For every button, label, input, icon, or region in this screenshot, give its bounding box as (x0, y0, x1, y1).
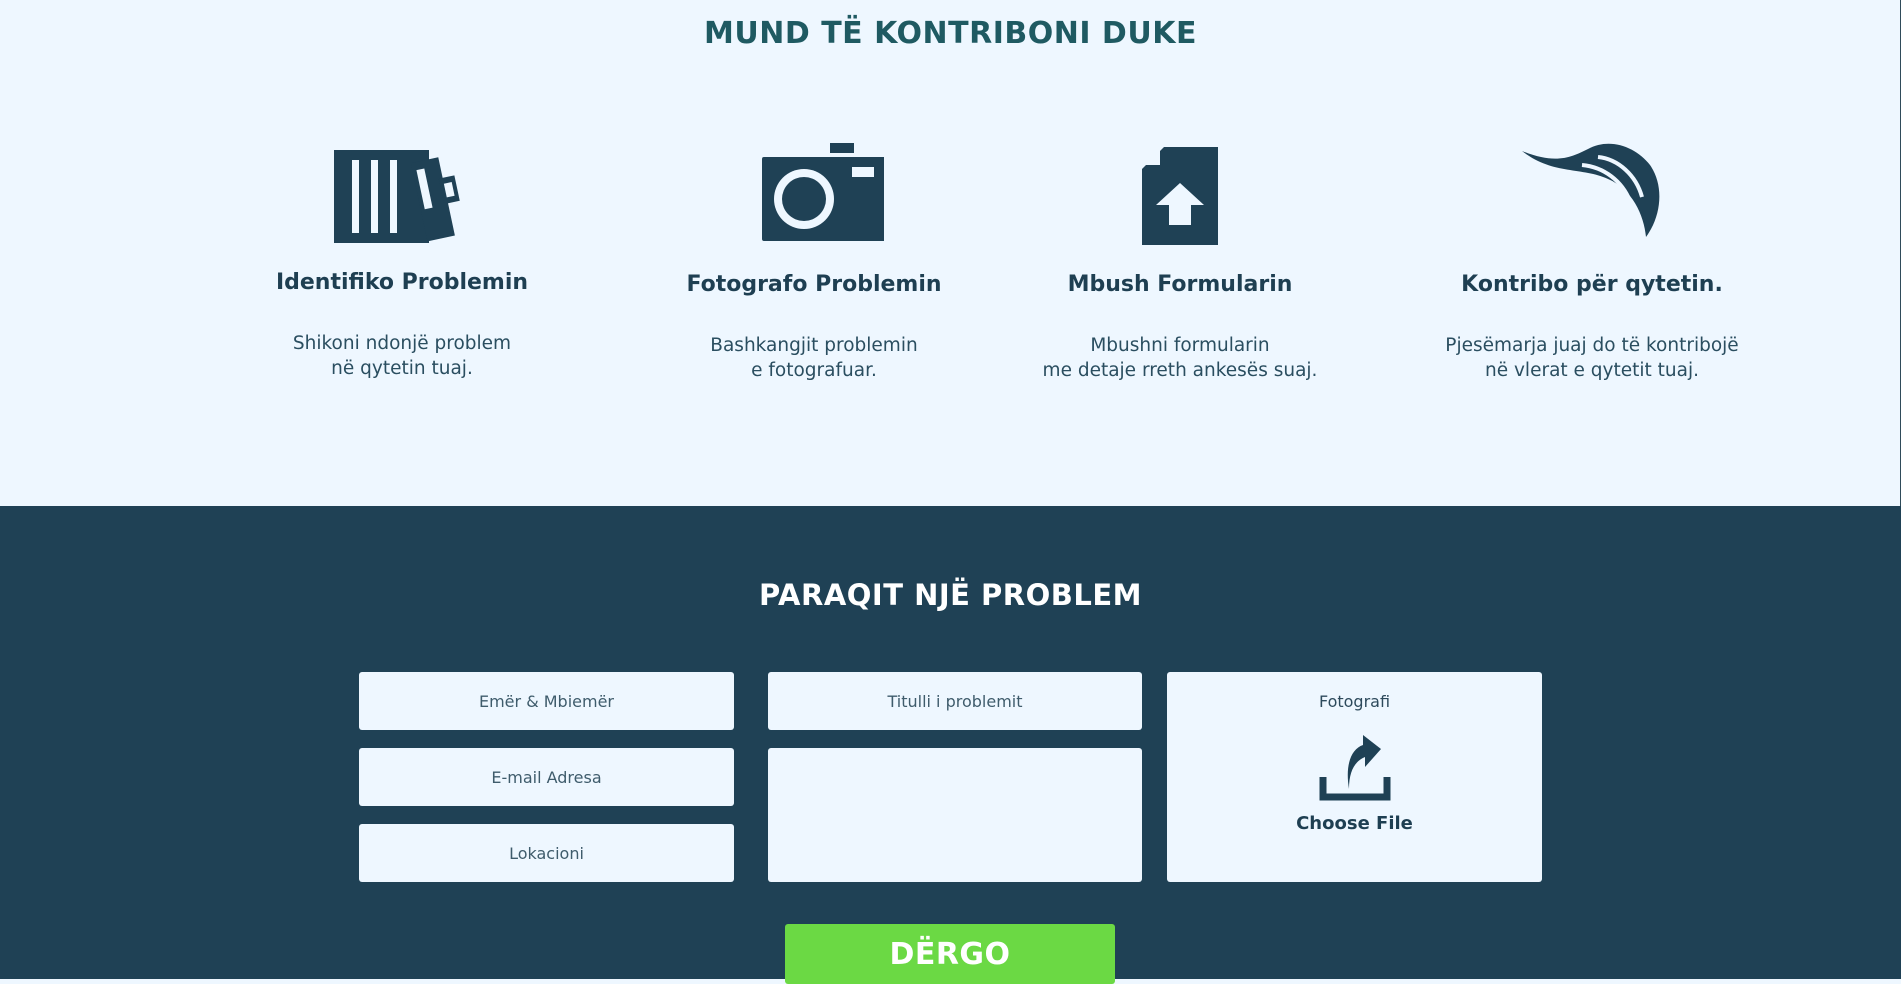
step-contribute: Kontribo për qytetin. Pjesëmarja juaj do… (1412, 130, 1772, 383)
step-title: Mbush Formularin (1067, 272, 1293, 297)
step-fill-form: Mbush Formularin Mbushni formularin me d… (1000, 130, 1360, 383)
form-heading: PARAQIT NJË PROBLEM (758, 578, 1143, 612)
location-input[interactable] (359, 842, 734, 864)
name-input[interactable] (359, 690, 734, 712)
step-photograph: Fotografo Problemin Bashkangjit problemi… (634, 130, 994, 383)
photo-label: Fotografi (1318, 692, 1391, 711)
location-field[interactable] (359, 824, 734, 882)
upload-icon[interactable] (1167, 733, 1542, 807)
step-desc-line: Shikoni ndonjë problem (292, 333, 512, 354)
photo-upload-box[interactable]: Fotografi Choose File (1167, 672, 1542, 882)
problem-title-input[interactable] (768, 690, 1142, 712)
contribute-section: MUND TË KONTRIBONI DUKE Identifiko Probl… (0, 0, 1901, 506)
step-identify: Identifiko Problemin Shikoni ndonjë prob… (222, 130, 582, 381)
step-description: Pjesëmarja juaj do të kontribojë në vler… (1412, 333, 1772, 383)
step-desc-line: në qytetin tuaj. (331, 358, 473, 379)
step-desc-line: Pjesëmarja juaj do të kontribojë (1445, 335, 1739, 356)
step-title: Kontribo për qytetin. (1461, 272, 1723, 297)
step-description: Shikoni ndonjë problem në qytetin tuaj. (222, 331, 582, 381)
fence-icon (222, 130, 582, 250)
email-field[interactable] (359, 748, 734, 806)
step-title: Identifiko Problemin (275, 270, 529, 295)
leaf-icon (1412, 130, 1772, 250)
contribute-heading: MUND TË KONTRIBONI DUKE (704, 16, 1197, 51)
step-title: Fotografo Problemin (686, 272, 942, 297)
camera-icon (634, 130, 994, 250)
step-desc-line: Mbushni formularin (1090, 335, 1270, 356)
problem-description-field[interactable] (768, 748, 1142, 882)
step-desc-line: e fotografuar. (751, 360, 877, 381)
choose-file-button[interactable]: Choose File (1167, 813, 1542, 834)
problem-description-textarea[interactable] (768, 754, 1142, 878)
report-problem-section: PARAQIT NJË PROBLEM Fotografi Choose Fil… (0, 506, 1901, 984)
submit-button[interactable]: DËRGO (785, 924, 1115, 984)
step-description: Bashkangjit problemin e fotografuar. (634, 333, 994, 383)
step-desc-line: Bashkangjit problemin (710, 335, 918, 356)
file-upload-icon (1000, 130, 1360, 250)
step-description: Mbushni formularin me detaje rreth ankes… (1000, 333, 1360, 383)
step-desc-line: me detaje rreth ankesës suaj. (1042, 360, 1318, 381)
email-input[interactable] (359, 766, 734, 788)
step-desc-line: në vlerat e qytetit tuaj. (1485, 360, 1699, 381)
problem-title-field[interactable] (768, 672, 1142, 730)
name-field[interactable] (359, 672, 734, 730)
